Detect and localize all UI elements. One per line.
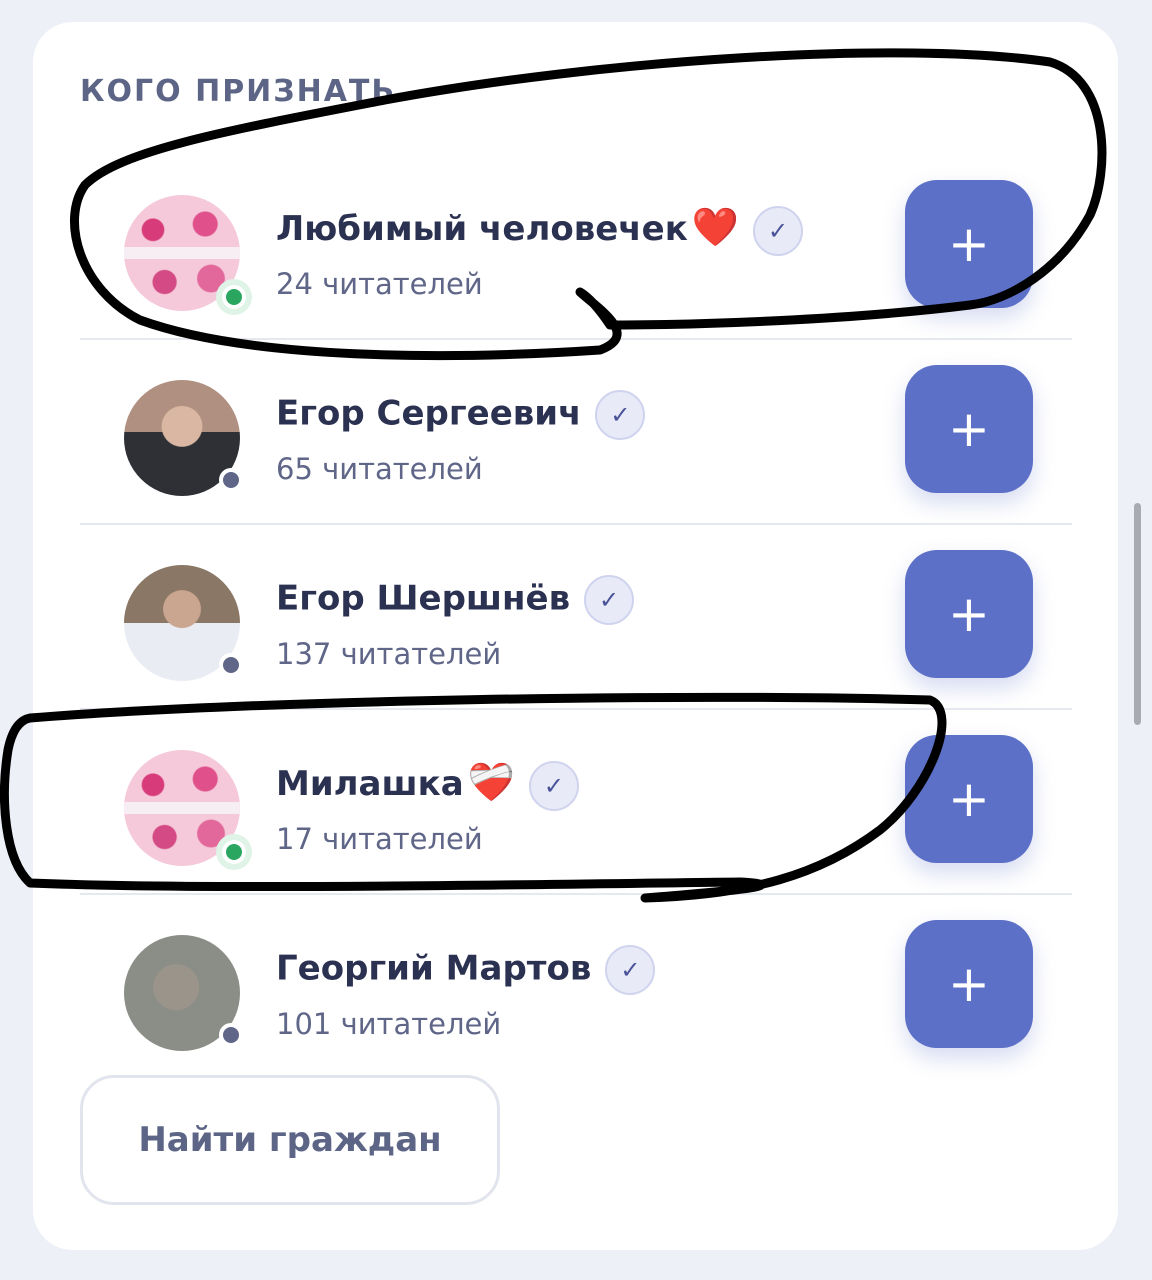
mending-heart-emoji-icon: ❤️‍🩹 bbox=[467, 760, 515, 804]
verified-icon: ✓ bbox=[528, 760, 579, 811]
heart-emoji-icon: ❤️ bbox=[691, 205, 740, 249]
list-item: Милашка ❤️‍🩹 ✓ 17 читателей + bbox=[80, 710, 1072, 895]
user-name-text: Егор Сергеевич bbox=[276, 393, 582, 434]
user-name[interactable]: Георгий Мартов ✓ bbox=[276, 945, 656, 995]
add-button[interactable]: + bbox=[905, 735, 1033, 863]
user-name[interactable]: Любимый человечек ❤️ ✓ bbox=[276, 205, 804, 256]
add-button[interactable]: + bbox=[905, 920, 1033, 1048]
user-name-text: Егор Шершнёв bbox=[276, 578, 571, 619]
followers-count: 137 читателей bbox=[276, 637, 502, 671]
verified-icon: ✓ bbox=[753, 205, 804, 256]
followers-count: 101 читателей bbox=[276, 1007, 502, 1041]
list-item: Любимый человечек ❤️ ✓ 24 читателей + bbox=[80, 155, 1072, 340]
user-name-text: Милашка bbox=[276, 764, 464, 804]
online-status-icon bbox=[222, 285, 246, 309]
user-name-text: Любимый человечек bbox=[276, 209, 688, 249]
followers-count: 24 читателей bbox=[276, 267, 483, 301]
add-button[interactable]: + bbox=[905, 365, 1033, 493]
find-citizens-button[interactable]: Найти граждан bbox=[80, 1075, 500, 1205]
user-name[interactable]: Егор Шершнёв ✓ bbox=[276, 575, 635, 625]
list-item: Георгий Мартов ✓ 101 читателей + bbox=[80, 895, 1072, 1080]
scrollbar[interactable] bbox=[1134, 503, 1141, 725]
online-status-icon bbox=[222, 840, 246, 864]
list-item: Егор Шершнёв ✓ 137 читателей + bbox=[80, 525, 1072, 710]
offline-status-icon bbox=[219, 653, 243, 677]
offline-status-icon bbox=[219, 468, 243, 492]
offline-status-icon bbox=[219, 1023, 243, 1047]
verified-icon: ✓ bbox=[584, 575, 635, 625]
section-title: КОГО ПРИЗНАТЬ bbox=[80, 74, 397, 109]
followers-count: 65 читателей bbox=[276, 452, 483, 486]
add-button[interactable]: + bbox=[905, 550, 1033, 678]
followers-count: 17 читателей bbox=[276, 822, 483, 856]
add-button[interactable]: + bbox=[905, 180, 1033, 308]
user-name[interactable]: Милашка ❤️‍🩹 ✓ bbox=[276, 760, 579, 811]
verified-icon: ✓ bbox=[605, 945, 656, 995]
user-name-text: Георгий Мартов bbox=[276, 948, 592, 989]
user-name[interactable]: Егор Сергеевич ✓ bbox=[276, 390, 646, 440]
list-item: Егор Сергеевич ✓ 65 читателей + bbox=[80, 340, 1072, 525]
verified-icon: ✓ bbox=[595, 390, 646, 440]
